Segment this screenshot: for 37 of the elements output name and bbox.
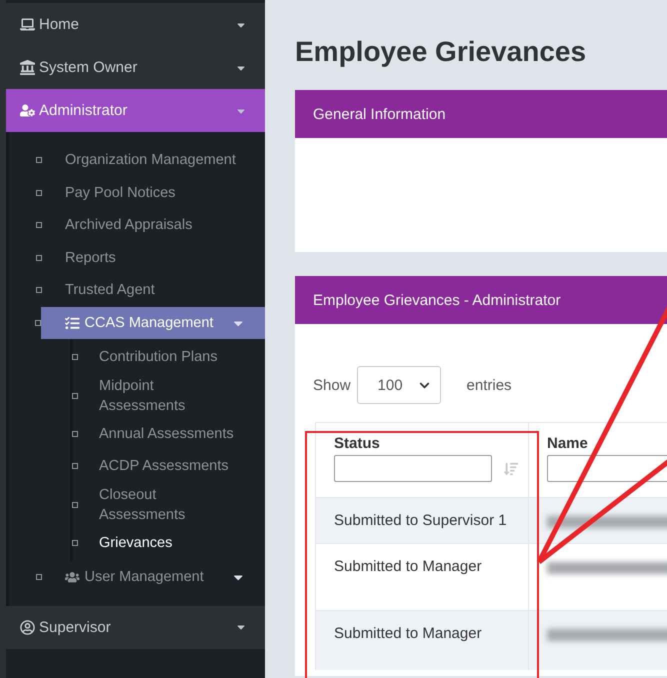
table-cell: Submitted to Manager	[316, 610, 529, 670]
sidebar-item[interactable]: Annual Assessments	[73, 418, 265, 450]
sidebar-item[interactable]: Trusted Agent	[9, 274, 265, 306]
sidebar-item[interactable]: Archived Appraisals	[9, 209, 265, 242]
show-label: Show	[313, 376, 351, 394]
sidebar-menu-item[interactable]: System Owner	[6, 46, 265, 89]
sidebar-item[interactable]: ACDP Assessments	[73, 450, 265, 482]
panel-header: General Information	[295, 90, 667, 138]
table-cell: Submitted to Manager	[316, 543, 529, 610]
laptop-icon	[20, 17, 35, 32]
sidebar-item[interactable]: Contribution Plans	[73, 341, 265, 374]
table-cell: Submitted to Supervisor 1	[316, 497, 529, 543]
filter-field[interactable]	[334, 455, 492, 482]
column-header[interactable]: Name	[547, 435, 667, 452]
sort-icon	[504, 462, 518, 476]
sidebar-item[interactable]: User Management	[9, 561, 265, 594]
user-gear-icon	[20, 103, 35, 118]
building-icon	[20, 60, 35, 75]
filter-field[interactable]	[547, 455, 667, 482]
sidebar-item[interactable]: Grievances	[73, 526, 265, 559]
sidebar-item[interactable]: Reports	[9, 242, 265, 274]
column-header[interactable]: Status	[334, 435, 518, 452]
sidebar-menu-item[interactable]: Administrator	[6, 89, 265, 132]
page-title: Employee Grievances	[295, 36, 588, 68]
sidebar-menu-item[interactable]: Home	[6, 3, 265, 46]
panel-header: Employee Grievances - Administrator	[295, 276, 667, 324]
entries-select[interactable]: 100	[356, 366, 441, 404]
users-icon	[65, 570, 80, 584]
sidebar-item[interactable]: CCAS Management	[33, 306, 265, 339]
entries-label: entries	[466, 376, 512, 394]
sidebar-item[interactable]: Closeout Assessments	[73, 482, 265, 526]
sidebar-menu-item[interactable]: Supervisor	[6, 606, 265, 648]
sidebar-item[interactable]: Midpoint Assessments	[73, 374, 265, 418]
sidebar-item[interactable]: Pay Pool Notices	[9, 176, 265, 209]
list-icon	[65, 316, 80, 330]
sidebar-item[interactable]: Organization Management	[9, 144, 265, 176]
chevron-icon	[418, 380, 430, 390]
